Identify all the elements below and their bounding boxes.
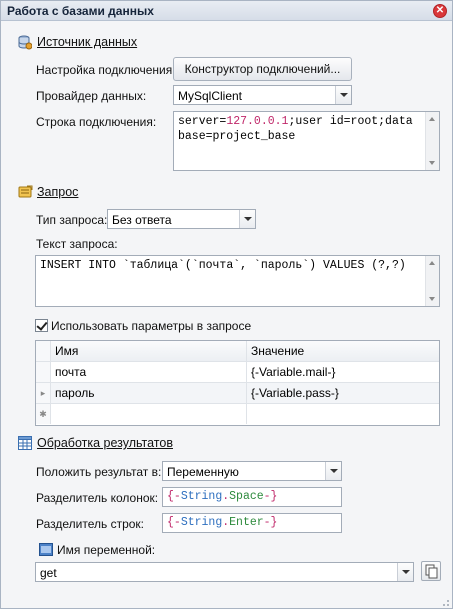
close-icon: ✕ (435, 5, 445, 16)
var-name-select[interactable]: get (35, 562, 414, 582)
var-name-value: get (40, 566, 57, 580)
connection-setup-label: Настройка подключения: (36, 63, 176, 77)
copy-icon (422, 564, 440, 583)
col-separator-input[interactable]: {-String.Space-} (162, 487, 342, 507)
new-param-value-cell[interactable] (247, 404, 439, 424)
use-params-checkbox[interactable] (35, 319, 48, 332)
provider-label: Провайдер данных: (36, 89, 147, 103)
col-value-header[interactable]: Значение (247, 341, 439, 361)
param-name-cell[interactable]: пароль (51, 383, 247, 403)
params-table: Имя Значение почта {-Variable.mail-} ▸ п… (35, 340, 440, 426)
table-new-row[interactable]: ✱ (36, 404, 439, 425)
col-separator-label: Разделитель колонок: (36, 491, 159, 505)
results-section-header[interactable]: Обработка результатов (18, 436, 173, 450)
title-bar: Работа с базами данных ✕ (1, 1, 452, 21)
query-icon (18, 185, 33, 199)
connstring-input[interactable]: server=127.0.0.1;user id=root;data base=… (173, 111, 440, 171)
table-row[interactable]: почта {-Variable.mail-} (36, 362, 439, 383)
row-separator-input[interactable]: {-String.Enter-} (162, 513, 342, 533)
chevron-down-icon[interactable] (325, 462, 341, 480)
var-name-label: Имя переменной: (57, 543, 156, 557)
connection-builder-button[interactable]: Конструктор подключений... (173, 57, 352, 81)
query-type-label: Тип запроса: (36, 213, 108, 227)
query-text-value: INSERT INTO `таблица`(`почта`, `пароль`)… (40, 259, 406, 272)
source-section-title: Источник данных (37, 35, 138, 49)
query-type-select[interactable]: Без ответа (107, 209, 256, 229)
col-name-header[interactable]: Имя (51, 341, 247, 361)
close-button[interactable]: ✕ (433, 4, 447, 18)
connstring-scrollbar[interactable] (425, 112, 439, 170)
connstring-host: 127.0.0.1 (226, 115, 289, 128)
query-text-label: Текст запроса: (36, 237, 118, 251)
query-section-title: Запрос (37, 185, 79, 199)
query-section-header[interactable]: Запрос (18, 185, 78, 199)
results-section-title: Обработка результатов (37, 436, 173, 450)
row-pointer-icon: ▸ (36, 383, 51, 403)
window-title: Работа с базами данных (7, 4, 154, 18)
resize-grip-icon[interactable] (440, 596, 450, 606)
chevron-down-icon[interactable] (239, 210, 255, 228)
query-text-input[interactable]: INSERT INTO `таблица`(`почта`, `пароль`)… (35, 255, 440, 307)
provider-value: MySqlClient (178, 89, 243, 103)
put-result-select[interactable]: Переменную (162, 461, 342, 481)
put-result-label: Положить результат в: (36, 465, 162, 479)
query-type-value: Без ответа (112, 213, 172, 227)
dialog-window: Работа с базами данных ✕ Источник данных… (0, 0, 453, 609)
connstring-label: Строка подключения: (36, 115, 157, 129)
chevron-down-icon[interactable] (397, 563, 413, 581)
database-icon (18, 35, 33, 50)
param-name-cell[interactable]: почта (51, 362, 247, 382)
param-value-cell[interactable]: {-Variable.mail-} (247, 362, 439, 382)
table-icon (18, 436, 32, 450)
provider-select[interactable]: MySqlClient (173, 85, 352, 105)
source-section-header[interactable]: Источник данных (18, 35, 138, 50)
put-result-value: Переменную (167, 465, 239, 479)
row-separator-label: Разделитель строк: (36, 517, 145, 531)
params-table-header: Имя Значение (36, 341, 439, 362)
connstring-key: server= (178, 115, 227, 128)
chevron-down-icon[interactable] (335, 86, 351, 104)
new-row-icon: ✱ (36, 404, 51, 424)
variable-icon (39, 543, 53, 557)
use-params-label: Использовать параметры в запросе (51, 319, 252, 333)
new-param-name-cell[interactable] (51, 404, 247, 424)
param-value-cell[interactable]: {-Variable.pass-} (247, 383, 439, 403)
copy-button[interactable] (421, 561, 441, 581)
query-text-scrollbar[interactable] (425, 256, 439, 306)
table-row[interactable]: ▸ пароль {-Variable.pass-} (36, 383, 439, 404)
